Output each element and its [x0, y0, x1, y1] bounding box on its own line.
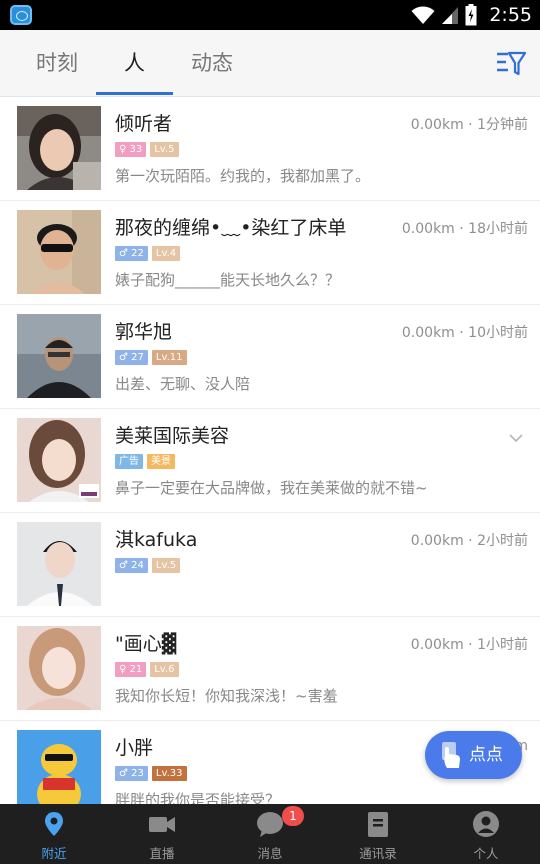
level-badge: Lv.33 [151, 766, 187, 781]
dian-dian-button[interactable]: 点点 [425, 731, 522, 779]
gender-age-badge: ♂ 27 [115, 350, 148, 365]
distance-time: 0.00km · 1分钟前 [410, 117, 528, 133]
last-active: 1小时前 [477, 637, 528, 653]
people-list[interactable]: 倾听者 0.00km · 1分钟前 ♀ 33 Lv.5 第一次玩陌陌。约我的，我… [0, 97, 540, 804]
level-badge: Lv.5 [150, 142, 179, 157]
video-camera-icon [149, 817, 175, 832]
user-profile-icon [473, 811, 499, 837]
gender-age-badge: ♀ 21 [115, 662, 147, 677]
ad-badge: 广告 [115, 454, 143, 469]
last-active: 2小时前 [477, 533, 528, 549]
top-tab-bar: 时刻 人 动态 [0, 30, 540, 97]
last-active: 10小时前 [468, 325, 528, 341]
person-bio: 出差、无聊、没人陪 [115, 375, 251, 393]
person-bio: 胖胖的我你是否能接受？ [115, 791, 281, 804]
avatar [17, 106, 101, 190]
gender-age-badge: ♀ 33 [115, 142, 147, 157]
list-item[interactable]: 那夜的缠绵•﹏•染红了床单 0.00km · 18小时前 ♂ 22 Lv.4 婊… [0, 201, 540, 305]
list-item[interactable]: "画心▓ 0.00km · 1小时前 ♀ 21 Lv.6 我知你长短！你知我深浅… [0, 617, 540, 721]
status-bar: 2:55 [0, 0, 540, 30]
distance: 0.00km [410, 533, 464, 549]
location-pin-icon [45, 812, 63, 836]
battery-icon [465, 4, 477, 26]
person-bio: 第一次玩陌陌。约我的，我都加黑了。 [115, 167, 371, 185]
tab-moments[interactable]: 时刻 [20, 30, 94, 97]
nav-label: 附近 [41, 846, 67, 861]
nav-contacts[interactable]: 通讯录 [324, 804, 432, 864]
distance-time: 0.00km · 1小时前 [410, 637, 528, 653]
person-name: 那夜的缠绵•﹏•染红了床单 [115, 217, 347, 239]
list-item[interactable]: 郭华旭 0.00km · 10小时前 ♂ 27 Lv.11 出差、无聊、没人陪 [0, 305, 540, 409]
nav-label: 直播 [149, 846, 175, 861]
last-active: 1分钟前 [477, 117, 528, 133]
app-notification-icon [10, 5, 32, 25]
distance: 0.00km [401, 221, 455, 237]
tab-people[interactable]: 人 [96, 30, 173, 97]
level-badge: Lv.4 [151, 246, 181, 261]
person-name: 淇kafuka [115, 529, 198, 551]
hand-tap-icon [442, 742, 460, 768]
person-name: "画心▓ [115, 633, 177, 655]
gender-age-badge: ♂ 24 [115, 558, 148, 573]
distance: 0.00km [410, 637, 464, 653]
avatar [17, 730, 101, 804]
list-item[interactable]: 倾听者 0.00km · 1分钟前 ♀ 33 Lv.5 第一次玩陌陌。约我的，我… [0, 97, 540, 201]
distance: 0.00km [410, 117, 464, 133]
distance-time: 0.00km · 18小时前 [401, 221, 528, 237]
level-badge: Lv.11 [151, 350, 187, 365]
person-name: 小胖 [115, 737, 154, 759]
wifi-icon [411, 6, 435, 24]
level-badge: Lv.5 [151, 558, 181, 573]
avatar [17, 314, 101, 398]
level-badge: Lv.6 [150, 662, 179, 677]
ad-text: 鼻子一定要在大品牌做，我在美莱做的就不错~ [115, 479, 428, 497]
nav-label: 通讯录 [359, 846, 397, 861]
person-name: 郭华旭 [115, 321, 173, 343]
filter-icon[interactable] [496, 50, 526, 78]
unread-badge: 1 [282, 806, 304, 826]
address-book-icon [368, 812, 388, 837]
distance: 0.00km [401, 325, 455, 341]
advertiser-name: 美莱国际美容 [115, 425, 230, 447]
list-item[interactable]: 淇kafuka 0.00km · 2小时前 ♂ 24 Lv.5 [0, 513, 540, 617]
person-name: 倾听者 [115, 113, 173, 135]
list-item-ad[interactable]: 美莱国际美容 广告 美景 鼻子一定要在大品牌做，我在美莱做的就不错~ [0, 409, 540, 513]
nav-profile[interactable]: 个人 [432, 804, 540, 864]
gender-age-badge: ♂ 22 [115, 246, 148, 261]
avatar [17, 210, 101, 294]
avatar [17, 626, 101, 710]
last-active: 18小时前 [468, 221, 528, 237]
fab-label: 点点 [469, 745, 503, 765]
nav-label: 个人 [473, 846, 499, 861]
distance-time: 0.00km · 10小时前 [401, 325, 528, 341]
chat-bubble-icon [257, 812, 283, 837]
chevron-down-icon[interactable] [509, 431, 523, 445]
avatar [17, 418, 101, 502]
gender-age-badge: ♂ 23 [115, 766, 148, 781]
bottom-nav: 附近 直播 消息 通讯录 个人 [0, 804, 540, 864]
person-bio: 婊子配狗______能天长地久么？？ [115, 271, 341, 289]
signal-icon [442, 7, 459, 24]
person-bio: 我知你长短！你知我深浅！~害羞 [115, 687, 338, 705]
nav-label: 消息 [257, 846, 283, 861]
category-badge: 美景 [147, 454, 175, 469]
nav-live[interactable]: 直播 [108, 804, 216, 864]
tab-feed[interactable]: 动态 [175, 30, 249, 97]
distance-time: 0.00km · 2小时前 [410, 533, 528, 549]
nav-nearby[interactable]: 附近 [0, 804, 108, 864]
avatar [17, 522, 101, 606]
active-tab-indicator [96, 92, 173, 95]
status-time: 2:55 [489, 4, 532, 26]
nav-messages[interactable]: 消息 [216, 804, 324, 864]
